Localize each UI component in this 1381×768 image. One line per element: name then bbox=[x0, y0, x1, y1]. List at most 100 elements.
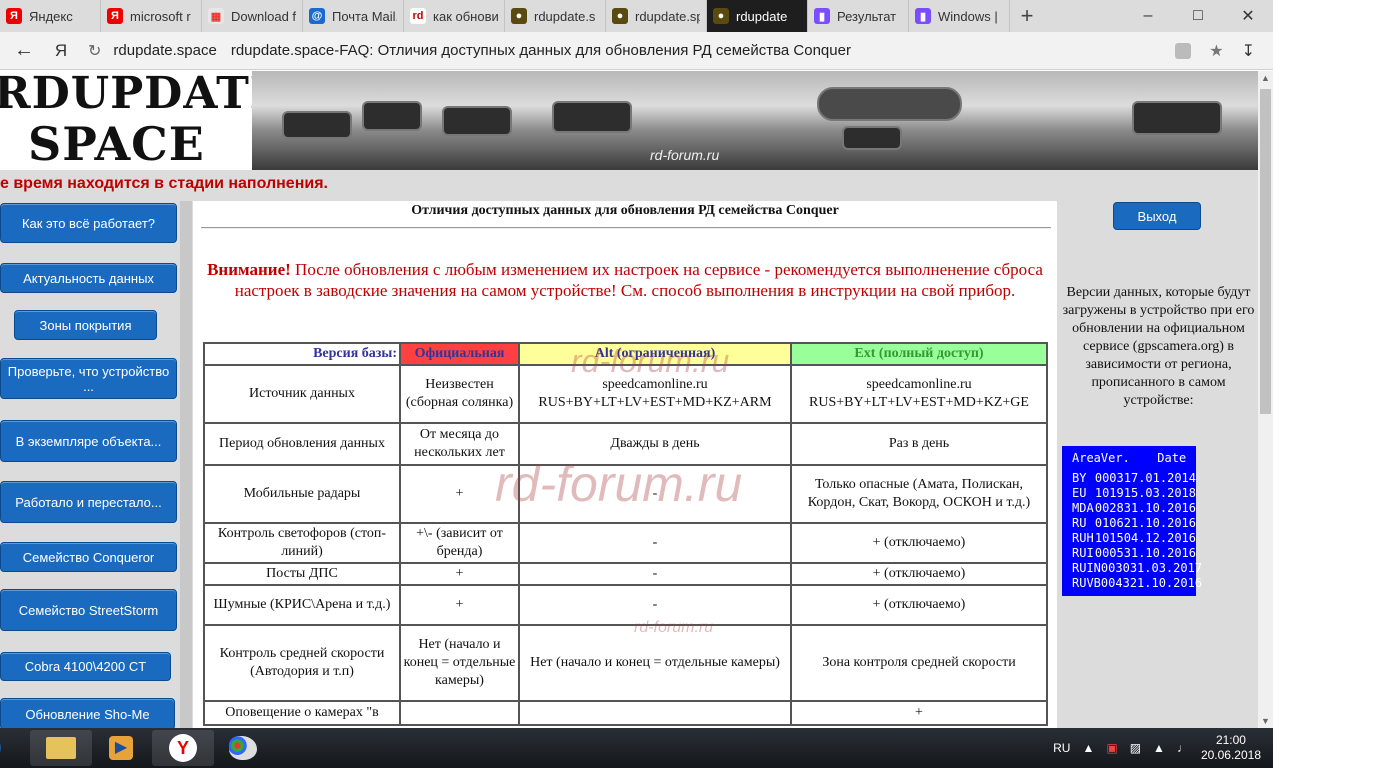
scroll-up-icon[interactable]: ▲ bbox=[1258, 71, 1273, 86]
versions-cell: EU bbox=[1072, 486, 1087, 500]
table-cell: + (отключаемо) bbox=[790, 584, 1048, 626]
lock-icon[interactable] bbox=[1175, 42, 1192, 59]
network-error-icon[interactable]: ▣ bbox=[1106, 741, 1117, 755]
table-cell bbox=[518, 700, 792, 726]
tab-label: Результат bbox=[837, 8, 897, 24]
sidebar-item-streetstorm[interactable]: Семейство StreetStorm bbox=[0, 589, 177, 631]
paint-icon[interactable] bbox=[212, 730, 274, 766]
back-button[interactable]: ← bbox=[0, 39, 48, 62]
table-cell: + bbox=[399, 562, 520, 586]
site-logo[interactable]: RDUPDATE SPACE bbox=[0, 71, 283, 170]
versions-cell: 0005 bbox=[1094, 546, 1124, 560]
right-panel: Выход Версии данных, которые будут загру… bbox=[1057, 201, 1258, 729]
versions-row: MDA 0028 31.10.2016 bbox=[1062, 501, 1196, 516]
tab-5[interactable]: ● rdupdate.s bbox=[505, 0, 606, 32]
web-page: RDUPDATE SPACE rd-forum.ru е время наход… bbox=[0, 71, 1258, 729]
rdupdate-icon: ● bbox=[612, 8, 628, 24]
table-cell: Мобильные радары bbox=[203, 464, 401, 524]
versions-table: Area Ver. Date BY 0003 17.01.2014 EU 1019 15.03.… bbox=[1062, 446, 1202, 596]
clock[interactable]: 21:00 20.06.2018 bbox=[1201, 733, 1261, 763]
tab-2[interactable]: ▦ Download f bbox=[202, 0, 303, 32]
versions-row: BY 0003 17.01.2014 bbox=[1062, 471, 1196, 486]
tab-label: Яндекс bbox=[29, 8, 73, 24]
url-field[interactable]: ↻ rdupdate.space rdupdate.space-FAQ: Отл… bbox=[74, 36, 1175, 66]
exit-button[interactable]: Выход bbox=[1113, 202, 1201, 230]
sidebar-item-sho-me[interactable]: Обновление Sho-Me bbox=[0, 698, 175, 729]
table-row: Мобильные радары + - Только опасные (Амата,… bbox=[203, 464, 1048, 524]
yandex-home-icon[interactable]: Я bbox=[48, 41, 74, 61]
sidebar-scrollbar[interactable] bbox=[180, 201, 192, 729]
sidebar-item-data-actuality[interactable]: Актуальность данных bbox=[0, 263, 177, 293]
mail-icon: @ bbox=[309, 8, 325, 24]
sidebar-item-check-device[interactable]: Проверьте, что устройство ... bbox=[0, 358, 177, 399]
media-player-icon[interactable]: ▶ bbox=[90, 730, 152, 766]
volume-icon[interactable]: ♩ bbox=[1177, 741, 1189, 755]
table-cell: Нет (начало и конец = отдельные камеры) bbox=[399, 624, 520, 702]
versions-cell: Date bbox=[1157, 451, 1187, 465]
versions-cell: 0030 bbox=[1100, 561, 1130, 575]
table-cell: - bbox=[518, 522, 792, 564]
sidebar-item-cobra[interactable]: Cobra 4100\4200 CT bbox=[0, 652, 171, 681]
tab-8[interactable]: ▮ Результат bbox=[808, 0, 909, 32]
table-header-cell: Официальная bbox=[399, 342, 520, 366]
table-row: Контроль средней скорости (Автодория и т… bbox=[203, 624, 1048, 702]
warning-label: Внимание! bbox=[207, 260, 291, 279]
versions-cell: RUIN bbox=[1072, 561, 1101, 575]
tab-4[interactable]: rd как обнови bbox=[404, 0, 505, 32]
sidebar-item-conqueror[interactable]: Семейство Conqueror bbox=[0, 542, 177, 572]
page-scrollbar[interactable]: ▲ ▼ bbox=[1258, 71, 1273, 729]
banner-watermark: rd-forum.ru bbox=[650, 147, 720, 163]
radar-device-image bbox=[552, 101, 632, 133]
table-header-cell: Версия базы: bbox=[203, 342, 401, 366]
tab-3[interactable]: @ Почта Mail. bbox=[303, 0, 404, 32]
notification-icon[interactable]: ▨ bbox=[1130, 741, 1141, 755]
table-cell: Посты ДПС bbox=[203, 562, 401, 586]
yandex-icon: Я bbox=[6, 8, 22, 24]
download-icon[interactable]: ↧ bbox=[1242, 41, 1255, 61]
tab-label: rdupdate.sp bbox=[635, 8, 700, 24]
start-button[interactable] bbox=[0, 730, 10, 766]
tab-7[interactable]: ● rdupdate bbox=[707, 0, 808, 32]
yandex-browser-icon[interactable]: Y bbox=[152, 730, 214, 766]
taskbar: ▶ Y RU ▲ ▣ ▨ ▲ ♩ 21:00 20.06.2018 bbox=[0, 728, 1273, 768]
tab-9[interactable]: ▮ Windows | bbox=[909, 0, 1010, 32]
tab-1[interactable]: Яmicrosoft r bbox=[101, 0, 202, 32]
windows-icon: ▦ bbox=[208, 8, 224, 24]
sidebar-item-object-instance[interactable]: В экземпляре объекта... bbox=[0, 420, 177, 462]
clock-time: 21:00 bbox=[1215, 733, 1246, 747]
new-tab-button[interactable]: + bbox=[1010, 0, 1044, 32]
url-page-title: rdupdate.space-FAQ: Отличия доступных да… bbox=[230, 42, 851, 59]
tab-6[interactable]: ● rdupdate.sp bbox=[606, 0, 707, 32]
comparison-table: Версия базы: Официальная Alt (ограниченная… bbox=[203, 342, 1048, 726]
sidebar-item-worked-stopped[interactable]: Работало и перестало... bbox=[0, 481, 177, 523]
sidebar-item-coverage[interactable]: Зоны покрытия bbox=[14, 310, 157, 340]
reload-icon[interactable]: ↻ bbox=[88, 41, 101, 61]
scroll-down-icon[interactable]: ▼ bbox=[1258, 714, 1273, 729]
versions-cell: 0028 bbox=[1094, 501, 1124, 515]
rdupdate-icon: ● bbox=[511, 8, 527, 24]
versions-cell: 1019 bbox=[1094, 486, 1124, 500]
purple-icon: ▮ bbox=[915, 8, 931, 24]
wifi-signal-icon[interactable]: ▲ bbox=[1153, 741, 1165, 755]
scrollbar-thumb[interactable] bbox=[1260, 89, 1271, 414]
purple-icon: ▮ bbox=[814, 8, 830, 24]
versions-cell: 0043 bbox=[1100, 576, 1130, 590]
sidebar-item-how-it-works[interactable]: Как это всё работает? bbox=[0, 203, 177, 243]
tray-arrow-icon[interactable]: ▲ bbox=[1082, 741, 1094, 755]
page-title: Отличия доступных данных для обновления … bbox=[411, 203, 839, 218]
clock-date: 20.06.2018 bbox=[1200, 748, 1261, 762]
minimize-button[interactable]: – bbox=[1123, 0, 1173, 32]
versions-row: RUI 0005 31.10.2016 bbox=[1062, 546, 1196, 561]
tab-0[interactable]: Я Яндекс bbox=[0, 0, 101, 32]
table-cell: Только опасные (Амата, Полискан, Кордон,… bbox=[790, 464, 1048, 524]
table-row: Источник данных Неизвестен (сборная солян… bbox=[203, 364, 1048, 424]
star-icon[interactable]: ★ bbox=[1209, 41, 1223, 61]
rdupdate-icon: ● bbox=[713, 8, 729, 24]
language-indicator[interactable]: RU bbox=[1053, 741, 1070, 755]
table-cell: Контроль светофоров (стоп-линий) bbox=[203, 522, 401, 564]
versions-row: RU 0106 21.10.2016 bbox=[1062, 516, 1196, 531]
yandex-icon: Я bbox=[107, 8, 123, 24]
maximize-button[interactable]: □ bbox=[1173, 0, 1223, 32]
close-button[interactable]: ✕ bbox=[1223, 0, 1273, 32]
explorer-icon[interactable] bbox=[30, 730, 92, 766]
